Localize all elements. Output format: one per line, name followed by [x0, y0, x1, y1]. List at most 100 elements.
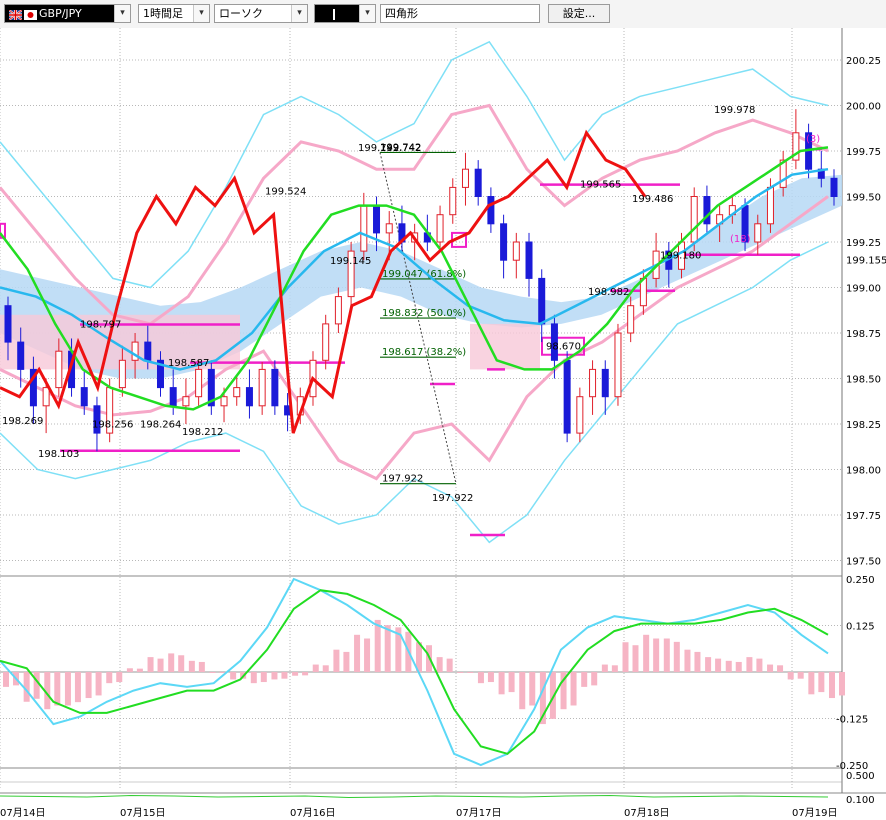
- y-tick-label: 197.75: [846, 511, 881, 522]
- price-label: (3): [806, 134, 820, 145]
- candle-body: [538, 277, 546, 325]
- candle-body: [4, 305, 12, 343]
- currency-pair-label: GBP/JPY: [39, 7, 82, 20]
- macd-histogram-bar: [178, 655, 185, 672]
- price-label: 198.797: [80, 320, 121, 331]
- macd-histogram-bar: [230, 672, 237, 680]
- chart-area[interactable]: 199.742199.047 (61.8%)198.832 (50.0%)198…: [0, 28, 886, 820]
- macd-histogram-bar: [157, 658, 164, 672]
- candle-body: [512, 241, 520, 261]
- macd-histogram-bar: [64, 672, 71, 706]
- y-tick-label: 199.75: [846, 147, 881, 158]
- candle-body: [334, 296, 342, 325]
- macd-histogram-bar: [281, 672, 288, 679]
- macd-histogram-bar: [292, 672, 299, 676]
- macd-histogram-bar: [684, 649, 691, 672]
- macd-histogram-bar: [818, 672, 825, 693]
- macd-histogram-bar: [715, 658, 722, 672]
- x-tick-label: 07月17日: [456, 807, 501, 819]
- macd-histogram-bar: [487, 672, 494, 683]
- macd-histogram-bar: [271, 672, 278, 680]
- macd-histogram-bar: [374, 619, 381, 672]
- macd-histogram-bar: [209, 672, 216, 673]
- macd-histogram-bar: [333, 649, 340, 672]
- line-style-select[interactable]: ▾: [314, 4, 376, 23]
- candle-body: [754, 223, 762, 243]
- macd-histogram-bar: [260, 672, 267, 683]
- candle-body: [233, 387, 241, 398]
- candle-body: [614, 332, 622, 398]
- line-style-icon: [333, 8, 345, 20]
- macd-histogram-bar: [829, 672, 835, 699]
- drawing-shape-field[interactable]: 四角形: [380, 4, 540, 23]
- macd-histogram-bar: [611, 665, 618, 672]
- macd-histogram-bar: [508, 672, 515, 693]
- price-label: 199.486: [632, 194, 673, 205]
- macd-histogram-bar: [663, 638, 670, 672]
- japan-flag-icon: [24, 8, 37, 20]
- macd-histogram-bar: [653, 638, 660, 672]
- macd-histogram-bar: [457, 672, 464, 673]
- price-label: 199.524: [265, 187, 306, 198]
- candle-body: [373, 205, 381, 234]
- chevron-down-icon[interactable]: ▾: [114, 5, 130, 22]
- price-label: 199.978: [714, 105, 755, 116]
- macd-histogram-bar: [477, 672, 484, 684]
- candle-body: [169, 387, 177, 407]
- candle-body: [220, 396, 228, 407]
- macd-histogram-bar: [126, 668, 133, 672]
- macd-histogram-bar: [725, 660, 732, 672]
- price-label: 198.103: [38, 449, 79, 460]
- settings-button[interactable]: 設定...: [548, 4, 610, 23]
- macd-histogram-bar: [735, 661, 742, 672]
- price-label: 199.742: [380, 143, 421, 154]
- candle-body: [55, 350, 63, 389]
- macd-histogram-bar: [498, 672, 505, 695]
- macd-histogram-bar: [643, 634, 650, 672]
- macd-histogram-bar: [74, 672, 81, 703]
- macd-y-tick-label: 0.250: [846, 575, 875, 586]
- chevron-down-icon[interactable]: ▾: [359, 5, 375, 22]
- macd-histogram-bar: [632, 645, 639, 672]
- x-tick-label: 07月15日: [120, 807, 165, 819]
- timeframe-label: 1時間足: [143, 7, 183, 20]
- rci-y-tick-label: 0.500: [846, 771, 875, 782]
- macd-histogram-bar: [570, 672, 577, 706]
- fib-level-label: 198.617 (38.2%): [382, 347, 466, 358]
- timeframe-select[interactable]: 1時間足 ▾: [138, 4, 210, 23]
- candle-body: [258, 368, 266, 407]
- macd-histogram-bar: [787, 672, 794, 680]
- y-tick-label: 197.50: [846, 557, 881, 568]
- candle-body: [576, 396, 584, 434]
- chevron-down-icon[interactable]: ▾: [193, 5, 209, 22]
- macd-histogram-bar: [198, 661, 205, 672]
- candle-body: [487, 196, 495, 225]
- macd-histogram-bar: [147, 657, 154, 672]
- y-tick-label: 200.00: [846, 102, 881, 113]
- candle-body: [322, 323, 330, 361]
- macd-histogram-bar: [705, 657, 712, 672]
- candle-body: [589, 368, 597, 398]
- candle-body: [182, 396, 190, 407]
- candle-body: [461, 168, 469, 188]
- macd-histogram-bar: [136, 668, 143, 672]
- macd-histogram-bar: [777, 665, 784, 672]
- x-tick-label: 07月14日: [0, 807, 45, 819]
- uk-flag-icon: [8, 8, 23, 21]
- macd-histogram-bar: [797, 672, 804, 679]
- candle-body: [195, 368, 203, 398]
- price-label: 98.670: [546, 341, 581, 352]
- macd-histogram-bar: [519, 672, 526, 710]
- price-label: 198.982: [588, 287, 629, 298]
- macd-histogram-bar: [384, 625, 391, 672]
- y-tick-label: 199.50: [846, 193, 881, 204]
- currency-pair-select[interactable]: GBP/JPY ▾: [4, 4, 131, 23]
- price-label: 199.145: [330, 256, 371, 267]
- macd-histogram-bar: [436, 657, 443, 672]
- chevron-down-icon[interactable]: ▾: [291, 5, 307, 22]
- y-tick-label: 198.00: [846, 466, 881, 477]
- candle-body: [271, 368, 279, 407]
- chart-type-select[interactable]: ローソク ▾: [214, 4, 308, 23]
- macd-histogram-bar: [54, 672, 61, 706]
- macd-histogram-bar: [673, 641, 680, 672]
